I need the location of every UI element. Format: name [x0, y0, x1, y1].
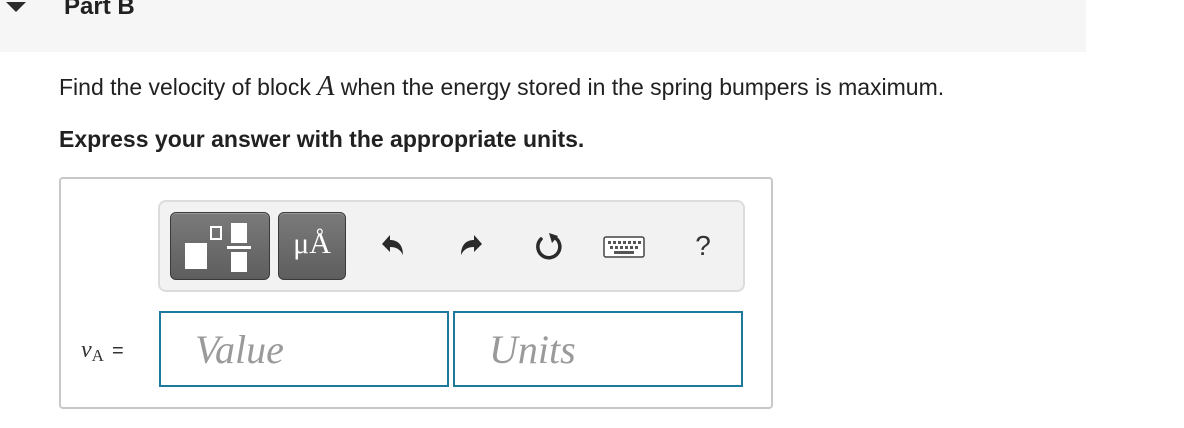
- redo-icon[interactable]: [454, 228, 490, 264]
- answer-instruction: Express your answer with the appropriate…: [59, 126, 585, 152]
- question-text-after: when the energy stored in the spring bum…: [334, 74, 945, 100]
- templates-button[interactable]: [170, 212, 270, 280]
- units-button-label: μÅ: [293, 227, 331, 260]
- question-text-before: Find the velocity of block: [59, 74, 318, 100]
- answer-variable-label: vA =: [81, 335, 124, 367]
- templates-icon: [185, 223, 251, 272]
- answer-box: μÅ ? vA =: [59, 177, 773, 409]
- answer-variable: v: [81, 337, 92, 363]
- answer-variable-subscript: A: [91, 346, 104, 365]
- value-input[interactable]: [159, 311, 449, 387]
- part-header[interactable]: Part B: [0, 0, 1086, 52]
- units-input[interactable]: [453, 311, 743, 387]
- question-variable: A: [317, 71, 335, 102]
- help-icon[interactable]: ?: [685, 228, 721, 264]
- undo-icon[interactable]: [374, 228, 410, 264]
- collapse-caret-icon[interactable]: [6, 2, 26, 12]
- reset-icon[interactable]: [530, 228, 566, 264]
- part-title: Part B: [64, 0, 135, 20]
- math-toolbar: μÅ ?: [158, 200, 745, 292]
- keyboard-icon[interactable]: [602, 228, 646, 264]
- question-text: Find the velocity of block A when the en…: [59, 72, 944, 102]
- equals-sign: =: [111, 340, 124, 362]
- units-button[interactable]: μÅ: [278, 212, 346, 280]
